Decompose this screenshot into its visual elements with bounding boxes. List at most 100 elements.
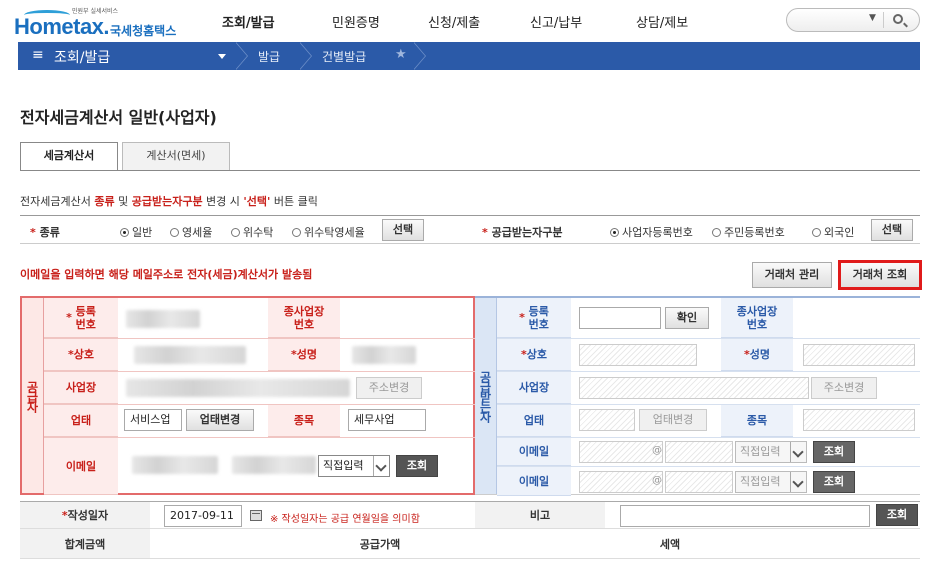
radio-recipient-biz-no[interactable]: 사업자등록번호 <box>610 224 693 240</box>
radio-checked-icon[interactable] <box>610 228 619 237</box>
chevron-down-icon[interactable] <box>373 456 389 476</box>
breadcrumb-divider <box>413 42 428 70</box>
date-input[interactable]: 2017-09-11 <box>164 505 242 527</box>
buyer-biz-type-change-button[interactable]: 업태변경 <box>639 409 707 431</box>
search-dropdown-icon[interactable]: ▼ <box>869 13 876 23</box>
buyer-reg-no-input[interactable] <box>579 307 661 329</box>
radio-type-general[interactable]: 일반 <box>120 224 152 240</box>
buyer-email1-lookup-button[interactable]: 조회 <box>813 441 855 463</box>
supplier-biz-type-field[interactable]: 서비스업 <box>124 409 182 431</box>
buyer-confirm-button[interactable]: 확인 <box>665 307 709 329</box>
buyer-name-field[interactable] <box>803 344 915 366</box>
manage-partner-button[interactable]: 거래처 관리 <box>752 262 832 288</box>
buyer-email1-domain-select[interactable]: 직접입력 <box>735 441 807 463</box>
supplier-biz-type-change-button[interactable]: 업태변경 <box>186 409 254 431</box>
select-value: 직접입력 <box>740 475 781 488</box>
radio-type-zero-rate[interactable]: 영세율 <box>170 224 212 240</box>
radio-recipient-resident-no[interactable]: 주민등록번호 <box>712 224 785 240</box>
buyer-biz-type-field[interactable] <box>579 409 635 431</box>
buyer-name-label: * 성명 <box>721 339 793 371</box>
buyer-email2-label: 이메일 <box>497 467 571 496</box>
required-mark: * <box>519 311 529 324</box>
breadcrumb-issue[interactable]: 발급 <box>258 48 280 65</box>
search-box[interactable]: ▼ <box>786 8 920 32</box>
chevron-down-icon[interactable] <box>790 472 806 492</box>
nav-section-title[interactable]: 조회/발급 <box>54 47 110 67</box>
notice-keyword-type: 종류 <box>94 195 115 208</box>
supplier-side-text: 공급자 <box>25 380 39 411</box>
search-partner-button[interactable]: 거래처 조회 <box>838 260 922 290</box>
amount-row: 합계금액 공급가액 세액 <box>20 529 920 559</box>
notice-text: 및 <box>114 195 132 208</box>
buyer-side-label: 공급받는자 <box>475 298 497 494</box>
supplier-email-lookup-button[interactable]: 조회 <box>396 455 438 477</box>
select-value: 직접입력 <box>323 459 364 472</box>
buyer-reg-no-label: * 등록 번호 <box>497 298 571 338</box>
hometax-logo[interactable]: 민원부 실세서비스 Hometax. 국세청홈택스 <box>14 6 189 39</box>
radio-label: 영세율 <box>182 226 213 239</box>
favorite-star-icon[interactable]: ★ <box>395 47 407 62</box>
total-amount-label: 합계금액 <box>20 529 150 558</box>
radio-label: 위수탁 <box>243 226 274 239</box>
buyer-biz-type-label: 업태 <box>497 405 571 437</box>
radio-checked-icon[interactable] <box>120 228 129 237</box>
radio-unchecked-icon[interactable] <box>231 228 240 237</box>
menu-icon[interactable]: ≡ <box>32 47 44 63</box>
type-select-button[interactable]: 선택 <box>382 219 424 241</box>
redacted-company <box>134 346 246 364</box>
supplier-reg-no-label: * 등록 번호 <box>44 298 118 338</box>
notice-keyword-select: '선택' <box>243 195 271 208</box>
chevron-down-icon[interactable] <box>218 54 226 59</box>
buyer-email2-lookup-button[interactable]: 조회 <box>813 471 855 493</box>
search-icon[interactable] <box>893 14 903 24</box>
gnb-menu-inquiry[interactable]: 조회/발급 <box>222 12 275 31</box>
label-text: 상호 <box>73 348 94 361</box>
supplier-email-domain-select[interactable]: 직접입력 <box>318 455 390 477</box>
radio-unchecked-icon[interactable] <box>712 228 721 237</box>
breadcrumb-divider <box>235 42 250 70</box>
recipient-select-button[interactable]: 선택 <box>871 219 913 241</box>
required-mark: * <box>66 311 76 324</box>
remark-input[interactable] <box>620 505 870 527</box>
radio-unchecked-icon[interactable] <box>812 228 821 237</box>
radio-type-consignment-zero[interactable]: 위수탁영세율 <box>292 224 365 240</box>
buyer-address-field[interactable] <box>579 377 809 399</box>
gnb-menu-apply[interactable]: 신청/제출 <box>428 12 480 31</box>
buyer-email1-id[interactable] <box>579 441 663 463</box>
buyer-biz-item-field[interactable] <box>803 409 915 431</box>
radio-unchecked-icon[interactable] <box>170 228 179 237</box>
gnb-menu-report[interactable]: 신고/납부 <box>530 12 582 31</box>
supplier-name-label: * 성명 <box>268 339 340 371</box>
gnb-menu-certificates[interactable]: 민원증명 <box>332 12 380 31</box>
chevron-down-icon[interactable] <box>790 442 806 462</box>
date-remark-row: * 작성일자 2017-09-11 ※ 작성일자는 공급 연월일을 의미함 비고… <box>20 501 920 529</box>
buyer-email1-domain[interactable] <box>665 441 733 463</box>
at-sign: @ <box>652 445 662 456</box>
buyer-section: 공급받는자 * 등록 번호 확인 종사업장 번호 * 상호 * 성명 사업장 주… <box>475 296 920 496</box>
tab-tax-invoice[interactable]: 세금계산서 <box>20 142 118 171</box>
radio-type-consignment[interactable]: 위수탁 <box>231 224 273 240</box>
supplier-address-change-button[interactable]: 주소변경 <box>356 377 422 399</box>
gnb-menu-consult[interactable]: 상담/제보 <box>636 12 688 31</box>
breadcrumb-single-issue[interactable]: 건별발급 <box>322 48 366 65</box>
top-header: 민원부 실세서비스 Hometax. 국세청홈택스 조회/발급 민원증명 신청/… <box>0 0 940 42</box>
breadcrumb-divider <box>299 42 314 70</box>
buyer-company-field[interactable] <box>579 344 697 366</box>
remark-lookup-button[interactable]: 조회 <box>876 504 918 526</box>
required-mark: * <box>482 226 488 239</box>
buyer-email2-domain[interactable] <box>665 471 733 493</box>
tab-invoice-exempt[interactable]: 계산서(면세) <box>122 142 230 170</box>
radio-unchecked-icon[interactable] <box>292 228 301 237</box>
buyer-email2-domain-select[interactable]: 직접입력 <box>735 471 807 493</box>
supplier-section: 공급자 * 등록 번호 종사업장 번호 * 상호 * 성명 사업장 주소변경 업… <box>20 296 475 495</box>
radio-recipient-foreigner[interactable]: 외국인 <box>812 224 854 240</box>
supply-amount-label: 공급가액 <box>280 529 480 558</box>
buyer-email2-id[interactable] <box>579 471 663 493</box>
buyer-email1-label: 이메일 <box>497 438 571 466</box>
buyer-address-change-button[interactable]: 주소변경 <box>811 377 877 399</box>
supplier-biz-item-field[interactable]: 세무사업 <box>348 409 426 431</box>
label-text: 작성일자 <box>67 509 109 522</box>
radio-label: 외국인 <box>824 226 855 239</box>
notice-keyword-recipient: 공급받는자구분 <box>131 195 203 208</box>
calendar-icon[interactable] <box>250 510 262 521</box>
